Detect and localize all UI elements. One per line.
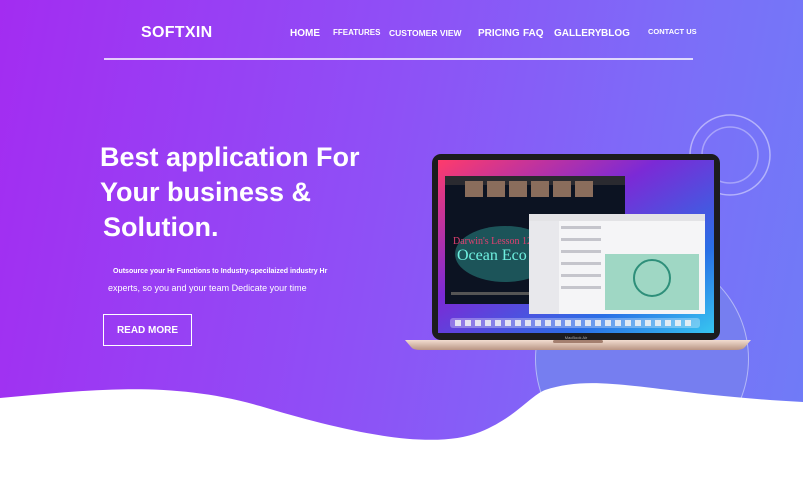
nav-blog[interactable]: BLOG xyxy=(601,28,630,39)
hero-headline: Best application For Your business & Sol… xyxy=(100,140,400,245)
logo[interactable]: SOFTXIN xyxy=(141,24,212,42)
headline-line-3: Solution. xyxy=(103,212,219,242)
nav-customer-view[interactable]: CUSTOMER VIEW xyxy=(389,28,462,38)
hero-subtitle-line-2: experts, so you and your team Dedicate y… xyxy=(108,283,307,293)
nav-divider xyxy=(104,58,693,60)
hero-subtitle-line-1: Outsource your Hr Functions to Industry-… xyxy=(113,268,328,275)
nav-features[interactable]: FFEATURES xyxy=(333,28,380,37)
laptop-mockup: Darwin's Lesson 12 Ocean Eco MacBook Air xyxy=(405,154,751,350)
nav-home[interactable]: HOME xyxy=(290,28,320,39)
nav-pricing[interactable]: PRICING xyxy=(478,28,520,39)
headline-line-2: Your business & xyxy=(100,177,312,207)
bottom-wave xyxy=(0,383,803,479)
laptop-model-label: MacBook Air xyxy=(565,335,588,340)
nav-gallery[interactable]: GALLERY xyxy=(554,28,601,39)
video-title-line-2: Ocean Eco xyxy=(457,247,527,264)
video-title-line-1: Darwin's Lesson 12 xyxy=(453,236,532,247)
headline-line-1: Best application For xyxy=(100,142,360,172)
hero-section: SOFTXIN HOME FFEATURES CUSTOMER VIEW PRI… xyxy=(0,0,803,479)
read-more-button[interactable]: READ MORE xyxy=(103,314,192,346)
nav-faq[interactable]: FAQ xyxy=(523,28,544,39)
nav-contact-us[interactable]: CONTACT US xyxy=(648,27,697,36)
